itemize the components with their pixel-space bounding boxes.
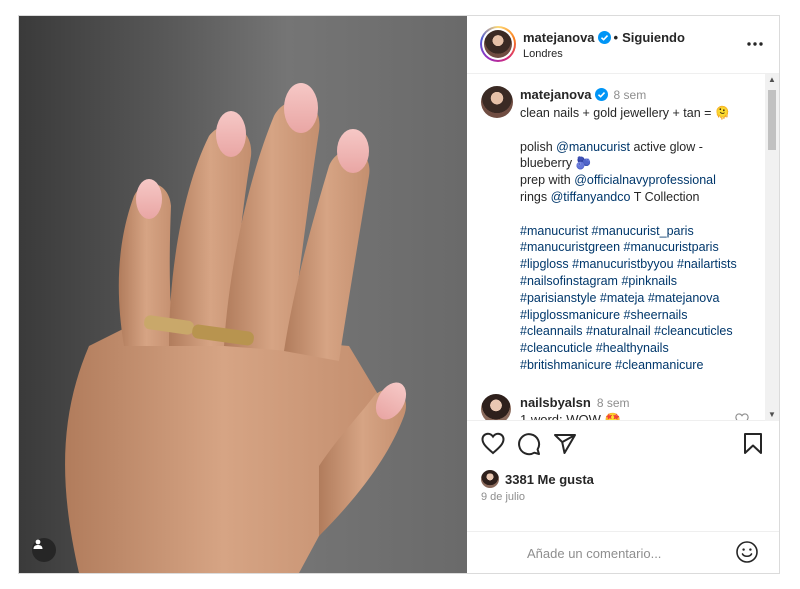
comment-bubble-icon[interactable] [517, 432, 541, 456]
caption-link[interactable]: #parisianstyle #mateja #matejanova [520, 291, 719, 305]
caption-line: #cleannails #naturalnail #cleancuticles [520, 323, 760, 340]
following-button[interactable]: Siguiendo [622, 30, 685, 45]
caption-link[interactable]: #britishmanicure #cleanmanicure [520, 358, 703, 372]
caption-text: clean nails + gold jewellery + tan = 🫠 po… [520, 105, 760, 374]
more-horizontal-icon[interactable] [745, 36, 765, 52]
caption-line: prep with @officialnavyprofessional [520, 172, 760, 189]
add-comment-box [467, 531, 779, 573]
comment-heart-icon[interactable] [735, 413, 749, 421]
paper-plane-icon[interactable] [553, 432, 577, 456]
caption-line: rings @tiffanyandco T Collection [520, 189, 760, 206]
caption-link[interactable]: #lipgloss #manucuristbyyou #nailartists [520, 257, 737, 271]
likes-row[interactable]: 3381 Me gusta [481, 469, 594, 489]
caption-text-part: active glow - [629, 139, 703, 154]
user-tag-button[interactable] [32, 538, 56, 562]
post-photo[interactable] [19, 16, 467, 573]
caption-line: #manucuristgreen #manucuristparis [520, 239, 760, 256]
comment-avatar[interactable] [481, 394, 511, 420]
caption-text-part: rings [520, 189, 551, 204]
caption-link[interactable]: #nailsofinstagram #pinknails [520, 274, 677, 288]
comment-text: 1 word: WOW 🤩 [520, 412, 621, 421]
heart-icon[interactable] [481, 432, 505, 456]
hand-photo-illustration [65, 83, 407, 573]
caption-line: clean nails + gold jewellery + tan = 🫠 [520, 106, 731, 120]
avatar [484, 30, 512, 58]
caption-time[interactable]: 8 sem [614, 88, 647, 102]
bookmark-icon[interactable] [741, 432, 765, 456]
user-tag-icon [33, 539, 43, 549]
caption-link[interactable]: #manucuristgreen #manucuristparis [520, 240, 719, 254]
smiley-icon[interactable] [735, 540, 759, 564]
caption-line: #nailsofinstagram #pinknails [520, 273, 760, 290]
scroll-down-arrow-icon[interactable]: ▼ [765, 409, 779, 421]
caption-link[interactable]: @tiffanyandco [551, 190, 631, 204]
caption-line: #lipglossmanicure #sheernails [520, 307, 760, 324]
caption-link[interactable]: #cleannails #naturalnail #cleancuticles [520, 324, 733, 338]
likes-count[interactable]: 3381 Me gusta [505, 472, 594, 487]
verified-badge-icon [597, 31, 611, 44]
header-username[interactable]: matejanova [523, 30, 595, 45]
action-bar [467, 421, 779, 461]
caption-text-part: prep with [520, 173, 575, 188]
caption-link[interactable]: @manucurist [556, 140, 630, 154]
likes-avatar [481, 470, 499, 488]
caption-line: #britishmanicure #cleanmanicure [520, 357, 760, 374]
caption-link[interactable]: @officialnavyprofessional [574, 173, 716, 187]
caption-text-part: T Collection [630, 189, 700, 204]
scrollbar-thumb[interactable] [768, 90, 776, 150]
verified-badge-icon [594, 88, 608, 101]
caption-username[interactable]: matejanova [520, 87, 592, 102]
caption-line: #cleancuticle #healthynails [520, 340, 760, 357]
post-side-panel: matejanova • Siguiendo Londres matejanova 8… [467, 16, 779, 573]
caption-header: matejanova 8 sem [520, 87, 646, 102]
caption-text-part: polish [520, 139, 557, 154]
post-date[interactable]: 9 de julio [481, 491, 525, 503]
caption-line: #manucurist #manucurist_paris [520, 223, 760, 240]
comment-time[interactable]: 8 sem [597, 396, 630, 410]
header-location[interactable]: Londres [523, 48, 563, 60]
header-user-line: matejanova • Siguiendo [523, 30, 685, 45]
scroll-up-arrow-icon[interactable]: ▲ [765, 74, 779, 86]
caption-line: #parisianstyle #mateja #matejanova [520, 290, 760, 307]
caption-line: #lipgloss #manucuristbyyou #nailartists [520, 256, 760, 273]
post-header: matejanova • Siguiendo Londres [467, 16, 779, 74]
comments-scroll-area[interactable]: matejanova 8 sem clean nails + gold jewel… [467, 74, 779, 421]
caption-link[interactable]: #manucurist #manucurist_paris [520, 224, 694, 238]
story-ring-avatar[interactable] [480, 26, 516, 62]
caption-link[interactable]: #cleancuticle #healthynails [520, 341, 669, 355]
caption-link[interactable]: #lipglossmanicure #sheernails [520, 308, 687, 322]
post-dialog: matejanova • Siguiendo Londres matejanova 8… [18, 15, 780, 574]
comment-input[interactable] [525, 540, 729, 566]
comment-username[interactable]: nailsbyalsn [520, 395, 591, 410]
header-separator: • [613, 30, 619, 45]
caption-line: blueberry 🫐 [520, 156, 592, 171]
caption-line: polish @manucurist active glow - [520, 139, 760, 156]
scrollbar[interactable]: ▲ ▼ [765, 74, 779, 421]
comment-header: nailsbyalsn 8 sem [520, 395, 630, 410]
caption-avatar[interactable] [481, 86, 513, 118]
